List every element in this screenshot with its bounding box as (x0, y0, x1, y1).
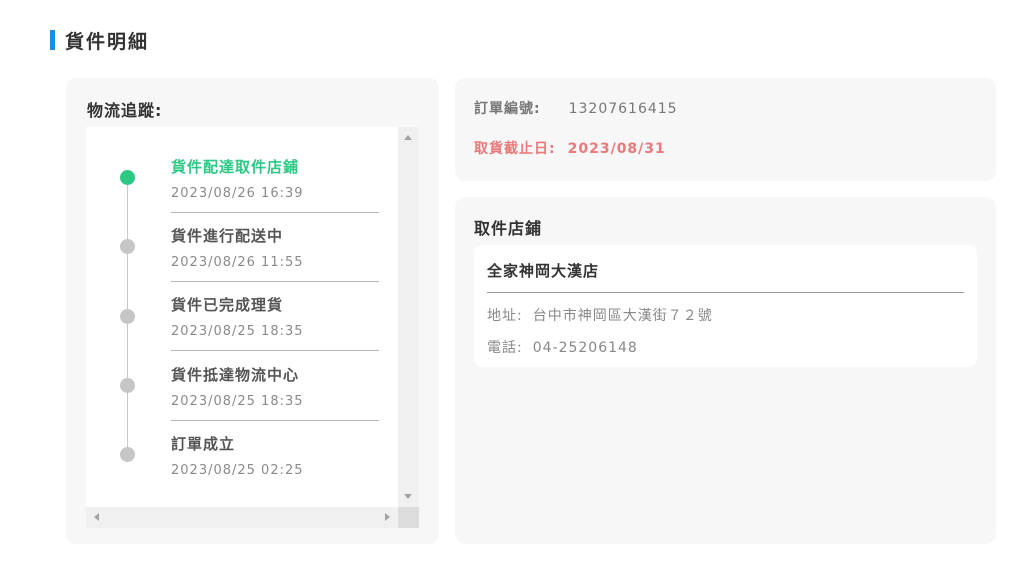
timeline-dot-active (120, 170, 135, 185)
scroll-left-arrow-icon[interactable] (94, 513, 99, 521)
timeline-label: 貨件配達取件店鋪 (171, 158, 300, 176)
scrollbar-corner (398, 507, 419, 528)
timeline-dot (120, 378, 135, 393)
page-header: 貨件明細 (50, 28, 150, 53)
timeline-divider (171, 420, 379, 421)
timeline-time: 2023/08/25 18:35 (171, 394, 304, 409)
timeline-label: 貨件進行配送中 (171, 227, 284, 245)
timeline-scroll-content[interactable]: 貨件配達取件店鋪 2023/08/26 16:39 貨件進行配送中 2023/0… (86, 127, 398, 507)
timeline-time: 2023/08/26 16:39 (171, 186, 304, 201)
store-card: 全家神岡大漢店 地址: 台中市神岡區大漢街７２號 電話: 04-25206148 (474, 245, 977, 367)
scroll-right-arrow-icon[interactable] (385, 513, 390, 521)
store-phone-value: 04-25206148 (532, 340, 638, 356)
store-address-value: 台中市神岡區大漢街７２號 (532, 308, 713, 324)
order-number-label: 訂單編號: (474, 101, 541, 117)
timeline-dot (120, 239, 135, 254)
timeline-time: 2023/08/25 18:35 (171, 324, 304, 339)
timeline-item: 貨件配達取件店鋪 2023/08/26 16:39 (86, 145, 398, 214)
store-divider (487, 292, 964, 293)
timeline-dot (120, 447, 135, 462)
vertical-scrollbar[interactable] (398, 127, 419, 507)
horizontal-scrollbar[interactable] (86, 507, 398, 528)
timeline-divider (171, 212, 379, 213)
timeline-time: 2023/08/25 02:25 (171, 463, 304, 478)
timeline-item: 貨件已完成理貨 2023/08/25 18:35 (86, 284, 398, 353)
timeline-dot (120, 309, 135, 324)
pickup-deadline-label: 取貨截止日: (474, 141, 556, 157)
timeline-item: 貨件進行配送中 2023/08/26 11:55 (86, 215, 398, 284)
order-info-panel: 訂單編號: 13207616415 取貨截止日: 2023/08/31 (455, 78, 996, 181)
pickup-deadline-value: 2023/08/31 (567, 141, 666, 157)
timeline-time: 2023/08/26 11:55 (171, 255, 304, 270)
store-phone-row: 電話: 04-25206148 (487, 337, 638, 357)
tracking-title: 物流追蹤: (87, 101, 163, 120)
timeline-item: 訂單成立 2023/08/25 02:25 (86, 423, 398, 492)
tracking-panel: 物流追蹤: 貨件配達取件店鋪 2023/08/26 16:39 貨件進行配送中 … (66, 78, 439, 544)
store-name: 全家神岡大漢店 (487, 262, 600, 280)
store-phone-label: 電話: (487, 340, 523, 356)
tracking-timeline-box: 貨件配達取件店鋪 2023/08/26 16:39 貨件進行配送中 2023/0… (86, 127, 419, 528)
timeline-item: 貨件抵達物流中心 2023/08/25 18:35 (86, 354, 398, 423)
scroll-up-arrow-icon[interactable] (404, 135, 412, 140)
order-number-row: 訂單編號: 13207616415 (474, 98, 678, 118)
store-address-label: 地址: (487, 308, 523, 324)
page-title: 貨件明細 (65, 30, 150, 53)
pickup-store-title: 取件店鋪 (474, 219, 543, 238)
order-number-value: 13207616415 (568, 101, 678, 117)
pickup-deadline-row: 取貨截止日: 2023/08/31 (474, 138, 666, 158)
timeline-label: 訂單成立 (171, 435, 236, 453)
timeline-divider (171, 350, 379, 351)
timeline-divider (171, 281, 379, 282)
scroll-down-arrow-icon[interactable] (404, 494, 412, 499)
timeline-label: 貨件抵達物流中心 (171, 366, 300, 384)
header-accent-bar (50, 30, 55, 50)
store-address-row: 地址: 台中市神岡區大漢街７２號 (487, 305, 713, 325)
pickup-store-panel: 取件店鋪 全家神岡大漢店 地址: 台中市神岡區大漢街７２號 電話: 04-25206… (455, 197, 996, 544)
timeline-label: 貨件已完成理貨 (171, 296, 284, 314)
